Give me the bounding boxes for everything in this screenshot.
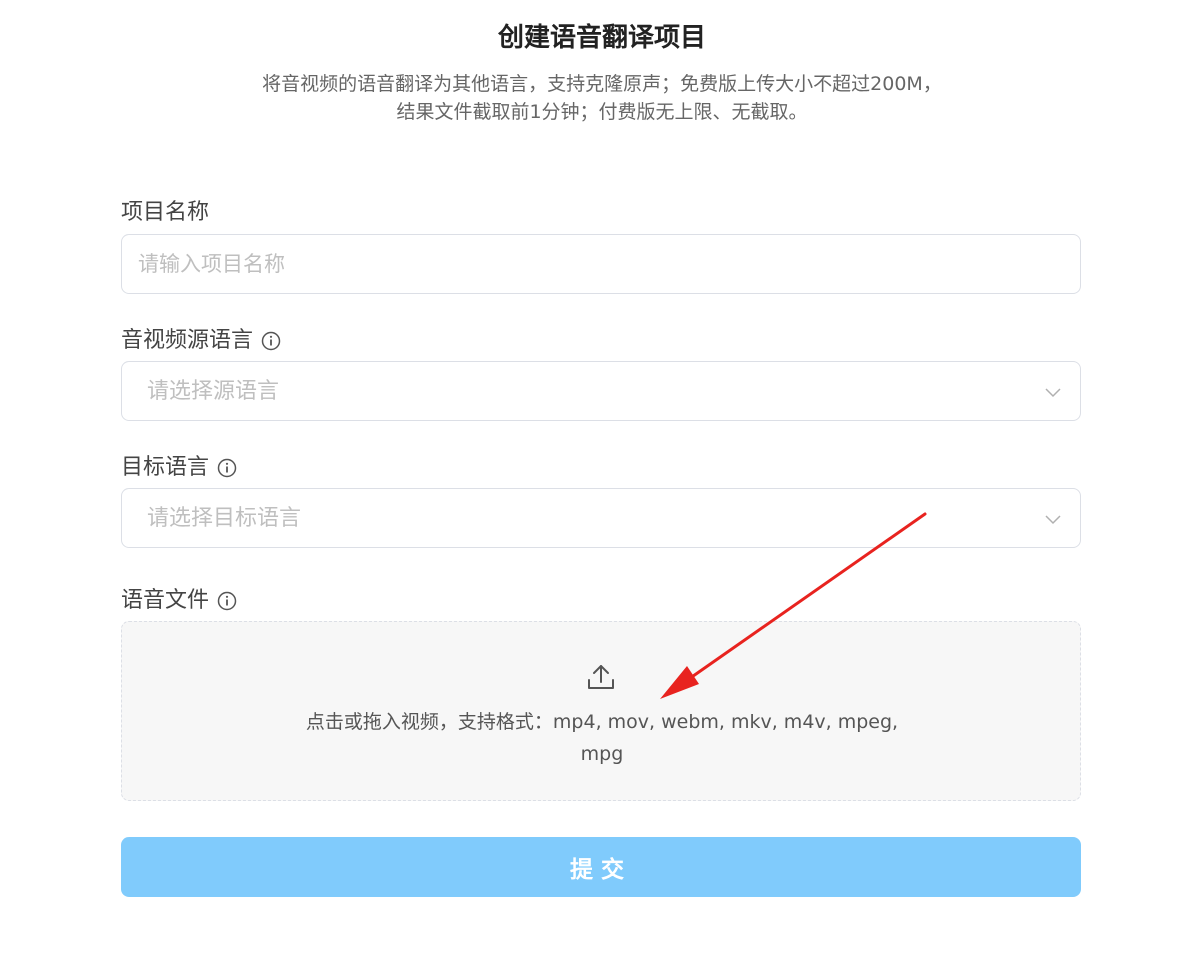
audio-file-label-text: 语音文件 — [121, 588, 210, 613]
upload-hint-text: 点击或拖入视频，支持格式：mp4, mov, webm, mkv, m4v, m… — [305, 711, 899, 765]
source-language-label: 音视频源语言 — [121, 326, 281, 356]
info-icon[interactable] — [217, 591, 237, 611]
project-name-label: 项目名称 — [121, 198, 209, 228]
target-language-label-text: 目标语言 — [121, 455, 210, 480]
chevron-down-icon — [1045, 388, 1061, 398]
info-icon[interactable] — [217, 458, 237, 478]
page-subtitle: 将音视频的语音翻译为其他语言，支持克隆原声；免费版上传大小不超过200M，结果文… — [262, 73, 942, 123]
project-name-label-text: 项目名称 — [121, 200, 210, 225]
upload-icon — [588, 665, 614, 689]
submit-button[interactable]: 提交 — [121, 837, 1081, 897]
page-title: 创建语音翻译项目 — [497, 23, 706, 53]
file-upload-dropzone[interactable]: 点击或拖入视频，支持格式：mp4, mov, webm, mkv, m4v, m… — [121, 621, 1081, 801]
target-language-label: 目标语言 — [121, 453, 237, 483]
source-language-label-text: 音视频源语言 — [121, 328, 254, 353]
project-name-input[interactable] — [121, 234, 1081, 294]
target-language-select[interactable]: 请选择目标语言 — [121, 488, 1081, 548]
target-language-placeholder: 请选择目标语言 — [147, 506, 302, 531]
info-icon[interactable] — [261, 331, 281, 351]
source-language-select[interactable]: 请选择源语言 — [121, 361, 1081, 421]
source-language-placeholder: 请选择源语言 — [147, 379, 280, 404]
chevron-down-icon — [1045, 515, 1061, 525]
audio-file-label: 语音文件 — [121, 586, 237, 616]
